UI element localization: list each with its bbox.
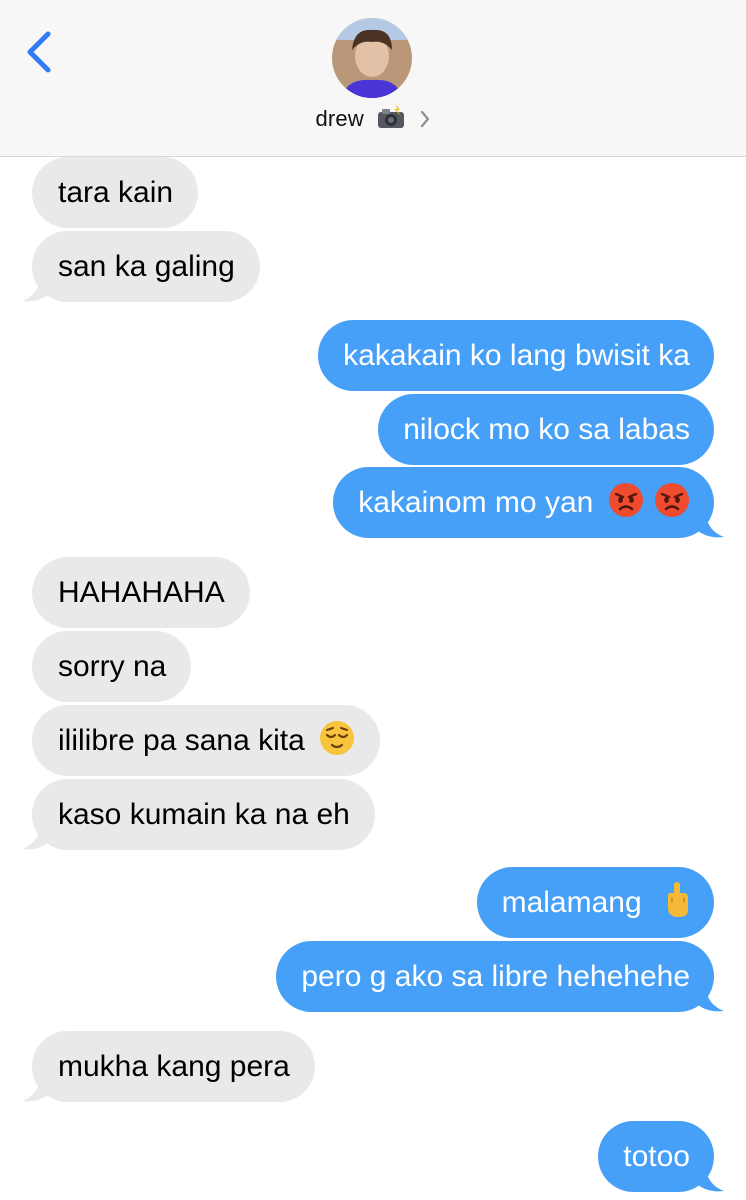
incoming-message-bubble[interactable]: kaso kumain ka na eh — [32, 779, 375, 850]
message-text: kaso kumain ka na eh — [58, 798, 350, 831]
message-text: nilock mo ko sa labas — [403, 413, 690, 446]
bubble-tail — [696, 1169, 724, 1192]
message-text: san ka galing — [58, 250, 235, 283]
message-text: sorry na — [58, 650, 167, 683]
contact-name-row[interactable]: drew — [0, 104, 746, 136]
message-text: HAHAHAHA — [58, 576, 225, 609]
bubble-tail — [22, 827, 50, 850]
contact-avatar[interactable] — [332, 18, 412, 98]
chevron-right-icon[interactable] — [419, 109, 431, 135]
message-text: kakakain ko lang bwisit ka — [343, 339, 690, 372]
back-button[interactable] — [22, 28, 62, 76]
outgoing-message-bubble[interactable]: pero g ako sa libre hehehehe — [276, 941, 714, 1012]
bubble-tail — [696, 515, 724, 538]
message-text: ililibre pa sana kita — [58, 724, 305, 757]
message-text: tara kain — [58, 176, 174, 209]
outgoing-message-bubble[interactable]: kakainom mo yan — [333, 467, 714, 538]
incoming-message-bubble[interactable]: san ka galing — [32, 231, 260, 302]
message-text: kakainom mo yan — [358, 486, 594, 519]
outgoing-message-bubble[interactable]: nilock mo ko sa labas — [378, 394, 714, 465]
angry-face-icon — [654, 473, 690, 544]
message-text: pero g ako sa libre hehehehe — [301, 960, 690, 993]
bubble-tail — [22, 1079, 50, 1102]
bubble-tail — [696, 989, 724, 1012]
conversation-header: drew — [0, 0, 746, 157]
contact-name: drew — [315, 106, 364, 131]
message-text: malamang — [501, 886, 642, 919]
camera-flash-emoji-icon — [376, 104, 406, 136]
incoming-message-bubble[interactable]: ililibre pa sana kita — [32, 705, 381, 776]
message-text: mukha kang pera — [58, 1050, 290, 1083]
chevron-left-icon — [27, 31, 51, 73]
outgoing-message-bubble[interactable]: kakakain ko lang bwisit ka — [318, 320, 714, 391]
message-text: totoo — [623, 1140, 690, 1173]
bubble-tail — [22, 279, 50, 302]
angry-face-icon — [608, 473, 644, 544]
incoming-message-bubble[interactable]: sorry na — [32, 631, 192, 702]
incoming-message-bubble[interactable]: tara kain — [32, 157, 199, 228]
incoming-message-bubble[interactable]: mukha kang pera — [32, 1031, 315, 1102]
middle-finger-icon — [664, 873, 690, 944]
outgoing-message-bubble[interactable]: malamang — [476, 867, 714, 938]
relieved-face-icon — [319, 711, 355, 782]
incoming-message-bubble[interactable]: HAHAHAHA — [32, 557, 250, 628]
